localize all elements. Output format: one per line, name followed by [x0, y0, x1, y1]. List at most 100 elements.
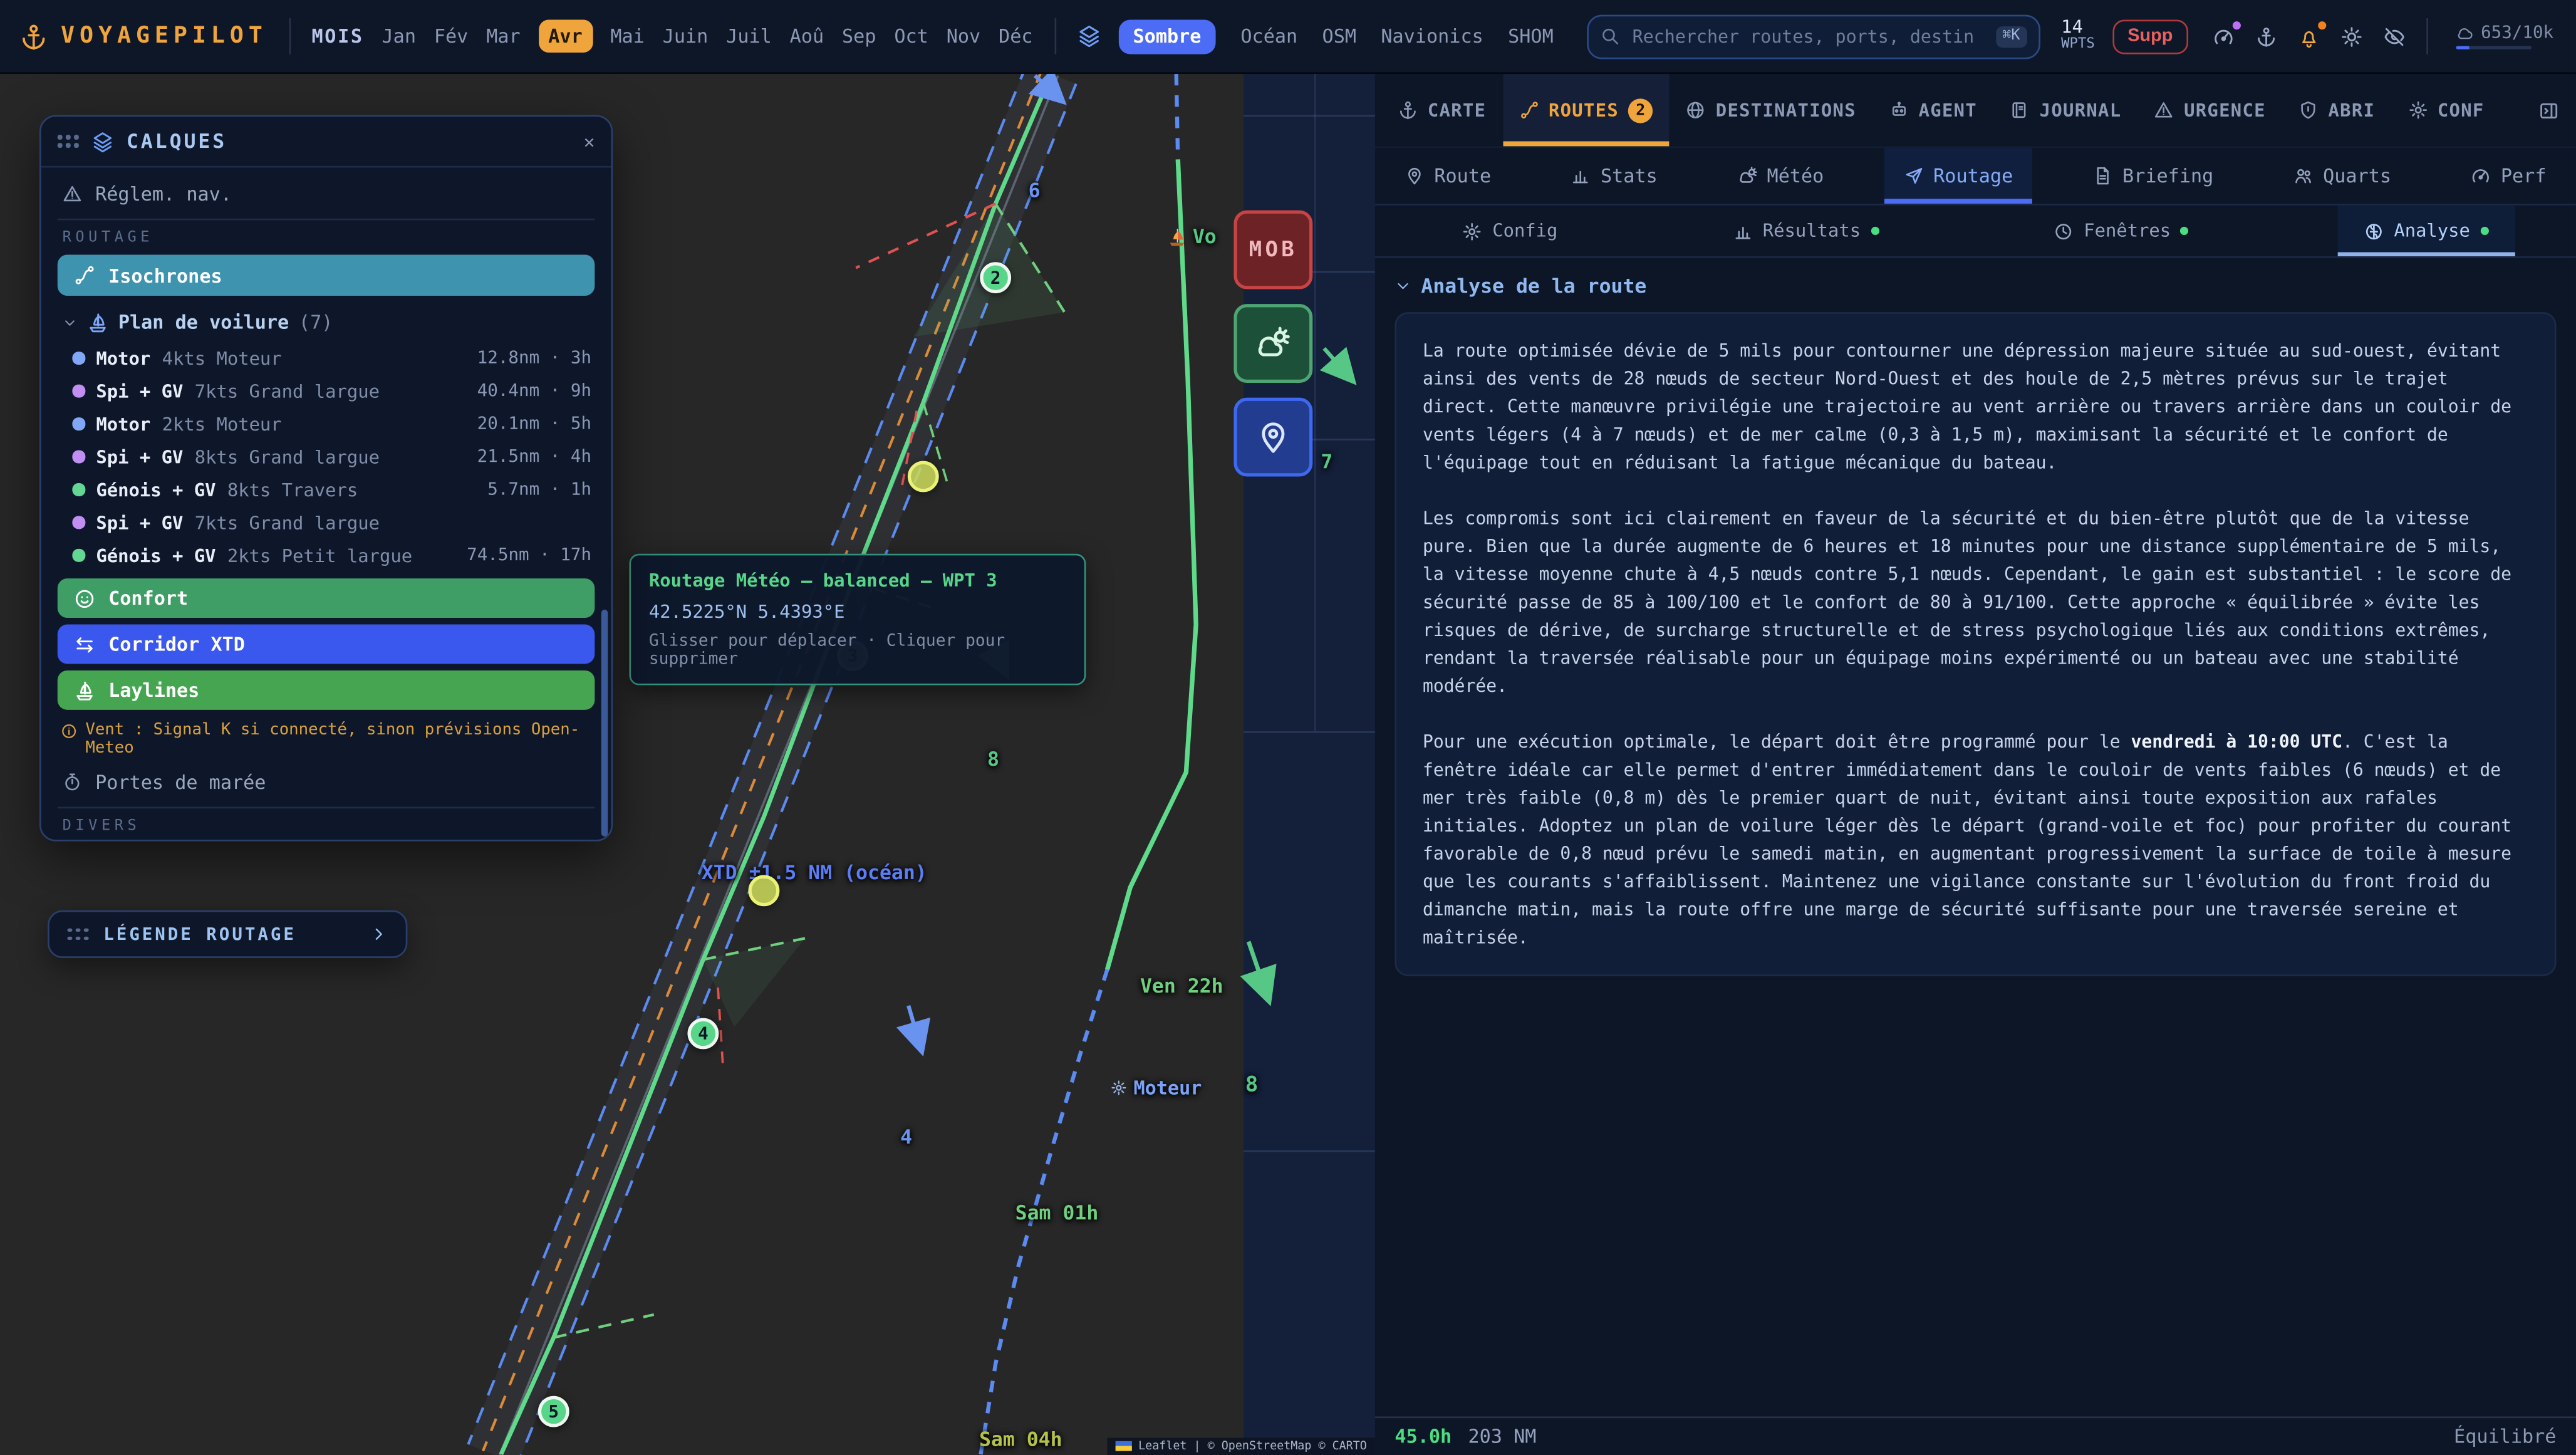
tab-conf[interactable]: CONF: [2391, 74, 2500, 146]
waypoint-marker-2[interactable]: 2: [980, 262, 1011, 293]
layer-item-reglem[interactable]: Réglem. nav.: [58, 174, 595, 214]
sail-plan-row[interactable]: Génois + GV 8kts Travers 5.7nm · 1h: [58, 473, 595, 506]
delete-button[interactable]: Supp: [2113, 19, 2188, 53]
gear-icon: [2408, 100, 2428, 120]
basemap-navionics[interactable]: Navionics: [1381, 24, 1483, 48]
sail-plan-row[interactable]: Spi + GV 8kts Grand largue 21.5nm · 4h: [58, 441, 595, 473]
tab-journal[interactable]: JOURNAL: [1993, 74, 2137, 146]
divider: [2426, 18, 2428, 55]
subtab-route[interactable]: Route: [1385, 148, 1511, 204]
scrollbar-thumb[interactable]: [601, 610, 608, 837]
isochrone-point-marker[interactable]: [908, 461, 939, 493]
sail-plan-row[interactable]: Génois + GV 2kts Petit largue 74.5nm · 1…: [58, 539, 595, 571]
month-nov[interactable]: Nov: [947, 24, 980, 48]
basemap-shom[interactable]: SHOM: [1508, 24, 1554, 48]
month-juin[interactable]: Juin: [663, 24, 709, 48]
anchor-icon[interactable]: [2255, 26, 2276, 47]
month-sep[interactable]: Sep: [842, 24, 876, 48]
bell-icon[interactable]: [2298, 26, 2319, 47]
eye-off-icon[interactable]: [2383, 26, 2404, 47]
status-dot: [1871, 227, 1879, 235]
month-aou[interactable]: Aoû: [790, 24, 824, 48]
sail-plan-row[interactable]: Motor 4kts Moteur 12.8nm · 3h: [58, 342, 595, 374]
quota-value: 653/10k: [2481, 23, 2553, 42]
sail-plan-row[interactable]: Motor 2kts Moteur 20.1nm · 5h: [58, 407, 595, 440]
wind-speed-label: 8: [1245, 1073, 1259, 1097]
subtab-analyse-active[interactable]: Analyse: [2338, 206, 2515, 256]
layer-toggle-isochrones[interactable]: Isochrones: [58, 254, 595, 296]
tab-abri[interactable]: ABRI: [2282, 74, 2391, 146]
location-pin-icon: [1255, 419, 1292, 456]
basemap-osm[interactable]: OSM: [1322, 24, 1356, 48]
sun-icon[interactable]: [2340, 26, 2362, 47]
sail-plan-count: (7): [299, 311, 333, 334]
subtab-fenetres[interactable]: Fenêtres: [2028, 206, 2215, 256]
divider: [289, 18, 291, 55]
route-duration: 45.0h: [1394, 1425, 1452, 1448]
month-avr-active[interactable]: Avr: [539, 19, 593, 52]
subtab-config[interactable]: Config: [1436, 206, 1584, 256]
tab-urgence[interactable]: URGENCE: [2138, 74, 2282, 146]
anchor-icon: [1398, 100, 1418, 120]
drag-handle-icon[interactable]: [58, 135, 79, 148]
subtab-resultats[interactable]: Résultats: [1707, 206, 1905, 256]
subtab-stats[interactable]: Stats: [1551, 148, 1677, 204]
tab-destinations[interactable]: DESTINATIONS: [1670, 74, 1872, 146]
panel-collapse-icon: [2538, 100, 2560, 121]
wind-arrow: [1324, 348, 1349, 377]
layer-toggle-laylines[interactable]: Laylines: [58, 670, 595, 710]
subtab-briefing[interactable]: Briefing: [2073, 148, 2233, 204]
month-juil[interactable]: Juil: [726, 24, 772, 48]
month-dec[interactable]: Déc: [999, 24, 1032, 48]
weather-button[interactable]: [1233, 304, 1312, 383]
month-oct[interactable]: Oct: [894, 24, 928, 48]
collapse-panel-icon[interactable]: [2538, 74, 2560, 146]
sail-plan-row[interactable]: Spi + GV 7kts Grand largue 40.4nm · 9h: [58, 375, 595, 407]
tab-routes-active[interactable]: ROUTES 2: [1503, 74, 1670, 146]
wind-speed-label: 7: [1321, 451, 1332, 474]
waypoint-marker-4[interactable]: 4: [687, 1018, 719, 1050]
sailboat-icon: [1166, 226, 1188, 248]
analysis-section-header[interactable]: Analyse de la route: [1394, 274, 2556, 298]
legend-routage-button[interactable]: LÉGENDE ROUTAGE: [48, 910, 407, 958]
eta-label-ven22: Ven 22h: [1140, 974, 1223, 998]
basemap-ocean[interactable]: Océan: [1240, 24, 1297, 48]
divider: [58, 219, 595, 221]
sail-plan-row[interactable]: Spi + GV 7kts Grand largue: [58, 506, 595, 539]
clock-icon: [2054, 221, 2074, 241]
cloud-sun-icon: [1255, 325, 1292, 362]
cloud-icon: [2455, 24, 2473, 41]
isochrone-point-marker[interactable]: [749, 875, 780, 906]
close-icon[interactable]: ✕: [584, 130, 595, 152]
search-box[interactable]: ⌘K: [1586, 14, 2040, 58]
locate-button[interactable]: [1233, 398, 1312, 477]
gauge-icon[interactable]: [2212, 26, 2233, 47]
subtab-meteo[interactable]: Météo: [1718, 148, 1844, 204]
tab-carte[interactable]: CARTE: [1381, 74, 1502, 146]
routes-count-badge: 2: [1629, 98, 1653, 122]
layer-item-tide-gates[interactable]: Portes de marée: [58, 763, 595, 802]
basemap-sombre[interactable]: Sombre: [1118, 19, 1216, 53]
month-jan[interactable]: Jan: [382, 24, 416, 48]
subtab-quarts[interactable]: Quarts: [2273, 148, 2411, 204]
subtab-perf[interactable]: Perf: [2451, 148, 2566, 204]
month-mar[interactable]: Mar: [486, 24, 520, 48]
brain-icon: [2364, 221, 2384, 241]
layer-toggle-corridor-xtd[interactable]: Corridor XTD: [58, 625, 595, 664]
tab-agent[interactable]: AGENT: [1872, 74, 1993, 146]
cloud-sun-icon: [1737, 166, 1757, 185]
users-icon: [2293, 166, 2313, 185]
month-fev[interactable]: Fév: [434, 24, 468, 48]
layer-toggle-confort[interactable]: Confort: [58, 578, 595, 618]
mob-button[interactable]: MOB: [1233, 211, 1312, 289]
bar-chart-icon: [1733, 221, 1753, 241]
subtab-routage-active[interactable]: Routage: [1884, 148, 2032, 204]
sail-plan-expander[interactable]: Plan de voilure (7): [58, 303, 595, 342]
month-mai[interactable]: Mai: [610, 24, 644, 48]
waypoint-marker-5[interactable]: 5: [538, 1396, 569, 1427]
layers-icon: [92, 130, 113, 152]
analysis-card: La route optimisée dévie de 5 mils pour …: [1394, 312, 2556, 976]
search-input[interactable]: [1629, 24, 1985, 48]
alt-route-dashed: [1176, 74, 1178, 159]
sailboat-icon: [74, 679, 95, 701]
